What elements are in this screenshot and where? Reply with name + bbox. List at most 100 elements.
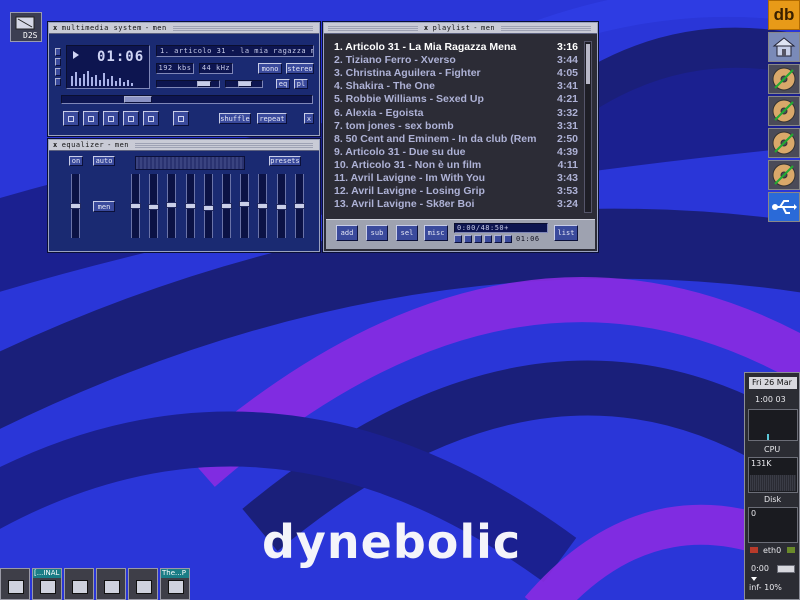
dock-cd-tile-2[interactable] bbox=[768, 96, 800, 126]
desktop-icon-d2s[interactable]: D2S bbox=[10, 12, 42, 42]
balance-slider-knob[interactable] bbox=[238, 81, 252, 87]
playlist-sel-button[interactable]: sel bbox=[396, 225, 418, 241]
dock-cd-tile-3[interactable] bbox=[768, 128, 800, 158]
taskbar-item[interactable]: The...P bbox=[160, 568, 190, 600]
eq-on-button[interactable]: on bbox=[69, 156, 83, 166]
playlist-row[interactable]: 10. Articolo 31 - Non è un film 4:11 bbox=[334, 159, 580, 172]
db-logo-tile[interactable]: db bbox=[768, 0, 800, 30]
eq-band-slider[interactable] bbox=[166, 174, 178, 238]
repeat-button[interactable]: repeat bbox=[257, 113, 287, 124]
mini-stop-button[interactable] bbox=[484, 235, 492, 243]
equalizer-toggle-button[interactable]: eq bbox=[276, 79, 290, 89]
playlist-scrollbar-thumb[interactable] bbox=[586, 44, 590, 84]
eq-band-knob[interactable] bbox=[184, 203, 196, 209]
eq-band-slider[interactable] bbox=[257, 174, 269, 238]
close-button[interactable]: x bbox=[304, 113, 314, 124]
eq-band-knob[interactable] bbox=[257, 203, 269, 209]
eq-band-knob[interactable] bbox=[166, 201, 178, 208]
mini-previous-button[interactable] bbox=[454, 235, 462, 243]
playlist-row[interactable]: 1. Articolo 31 - La Mia Ragazza Mena 3:16 bbox=[334, 41, 580, 54]
preamp-slider-knob[interactable] bbox=[70, 203, 81, 209]
seek-bar-knob[interactable] bbox=[124, 96, 153, 103]
eq-band-slider[interactable] bbox=[221, 174, 232, 238]
taskbar-item[interactable]: [...INAL bbox=[32, 568, 62, 600]
playlist-list[interactable]: 1. Articolo 31 - La Mia Ragazza Mena 3:16… bbox=[334, 41, 580, 213]
drive-icon bbox=[104, 580, 120, 594]
eq-band-knob[interactable] bbox=[239, 201, 251, 208]
eq-band-knob[interactable] bbox=[275, 203, 287, 210]
eq-band-slider[interactable] bbox=[202, 174, 214, 238]
playlist-track-duration: 4:05 bbox=[556, 67, 578, 80]
dock-cd-tile-4[interactable] bbox=[768, 160, 800, 190]
time-display[interactable]: 01:06 bbox=[66, 45, 150, 89]
playlist-toggle-button[interactable]: pl bbox=[294, 79, 308, 89]
playlist-row[interactable]: 2. Tiziano Ferro - Xverso 3:44 bbox=[334, 54, 580, 67]
playlist-row[interactable]: 3. Christina Aguilera - Fighter 4:05 bbox=[334, 67, 580, 80]
playlist-track-title: 10. Articolo 31 - Non è un film bbox=[334, 158, 482, 171]
shuffle-button[interactable]: shuffle bbox=[219, 113, 251, 124]
dock-usb-tile[interactable] bbox=[768, 192, 800, 222]
playlist-row[interactable]: 8. 50 Cent and Eminem - In da club (Remi… bbox=[334, 133, 580, 146]
eq-band-slider[interactable] bbox=[148, 174, 160, 238]
eq-band-slider[interactable] bbox=[239, 174, 251, 238]
playlist-list-button[interactable]: list bbox=[554, 225, 578, 241]
eq-band-slider[interactable] bbox=[275, 174, 287, 238]
preamp-slider[interactable] bbox=[70, 174, 81, 238]
taskbar-item[interactable] bbox=[0, 568, 30, 600]
seek-bar[interactable] bbox=[61, 95, 313, 104]
eq-auto-button[interactable]: auto bbox=[93, 156, 115, 166]
playlist-misc-button[interactable]: misc bbox=[424, 225, 448, 241]
playlist-row[interactable]: 7. tom jones - sex bomb 3:31 bbox=[334, 120, 580, 133]
playlist-titlebar[interactable]: x playlist - men bbox=[324, 23, 597, 34]
player-titlebar[interactable]: x multimedia system - men bbox=[49, 23, 319, 34]
eq-band-knob[interactable] bbox=[130, 203, 141, 209]
playlist-row[interactable]: 4. Shakira - The One 3:41 bbox=[334, 80, 580, 93]
playlist-row[interactable]: 6. Alexia - Egoista 3:32 bbox=[334, 107, 580, 120]
eq-menu-button[interactable]: men bbox=[93, 201, 115, 212]
eq-presets-button[interactable]: presets bbox=[269, 156, 301, 166]
equalizer-titlebar[interactable]: x equalizer - men bbox=[49, 140, 319, 151]
eq-band-slider[interactable] bbox=[293, 174, 305, 238]
eq-band-knob[interactable] bbox=[293, 203, 305, 209]
volume-slider-knob[interactable] bbox=[197, 81, 211, 87]
previous-button[interactable] bbox=[63, 111, 79, 126]
eq-band-knob[interactable] bbox=[148, 204, 160, 211]
mini-next-button[interactable] bbox=[494, 235, 502, 243]
taskbar-item[interactable] bbox=[96, 568, 126, 600]
dock-home-tile[interactable] bbox=[768, 32, 800, 62]
playlist-row[interactable]: 9. Articolo 31 - Due su due 4:39 bbox=[334, 146, 580, 159]
playlist-sub-button[interactable]: sub bbox=[366, 225, 388, 241]
eq-band-slider[interactable] bbox=[130, 174, 141, 238]
next-button[interactable] bbox=[143, 111, 159, 126]
playlist-scrollbar[interactable] bbox=[584, 41, 592, 213]
options-button[interactable] bbox=[55, 48, 61, 56]
playlist-track-title: 4. Shakira - The One bbox=[334, 80, 435, 93]
playlist-row[interactable]: 13. Avril Lavigne - Sk8er Boi 3:24 bbox=[334, 198, 580, 211]
volume-slider[interactable] bbox=[156, 80, 220, 88]
pause-button[interactable] bbox=[103, 111, 119, 126]
eq-band-knob[interactable] bbox=[221, 203, 232, 209]
mini-play-button[interactable] bbox=[464, 235, 472, 243]
doublesize-button[interactable] bbox=[55, 78, 61, 86]
info-button[interactable] bbox=[55, 68, 61, 76]
playlist-row[interactable]: 11. Avril Lavigne - Im With You 3:43 bbox=[334, 172, 580, 185]
eject-button[interactable] bbox=[173, 111, 189, 126]
track-title-display[interactable]: 1. articolo 31 - la mia ragazza mena bbox=[156, 45, 314, 57]
always-on-top-button[interactable] bbox=[55, 58, 61, 66]
taskbar-item[interactable] bbox=[128, 568, 158, 600]
eq-band-slider[interactable] bbox=[184, 174, 196, 238]
playlist-row[interactable]: 5. Robbie Williams - Sexed Up 4:21 bbox=[334, 93, 580, 106]
play-button[interactable] bbox=[83, 111, 99, 126]
dock-cd-tile-1[interactable] bbox=[768, 64, 800, 94]
balance-slider[interactable] bbox=[225, 80, 263, 88]
eq-band-knob[interactable] bbox=[202, 204, 214, 211]
mini-eject-button[interactable] bbox=[504, 235, 512, 243]
playlist-row[interactable]: 12. Avril Lavigne - Losing Grip 3:53 bbox=[334, 185, 580, 198]
playlist-add-button[interactable]: add bbox=[336, 225, 358, 241]
taskbar-item[interactable] bbox=[64, 568, 94, 600]
close-icon[interactable]: x bbox=[424, 24, 429, 32]
stop-button[interactable] bbox=[123, 111, 139, 126]
close-icon[interactable]: x bbox=[53, 141, 58, 149]
close-icon[interactable]: x bbox=[53, 24, 58, 32]
mini-pause-button[interactable] bbox=[474, 235, 482, 243]
